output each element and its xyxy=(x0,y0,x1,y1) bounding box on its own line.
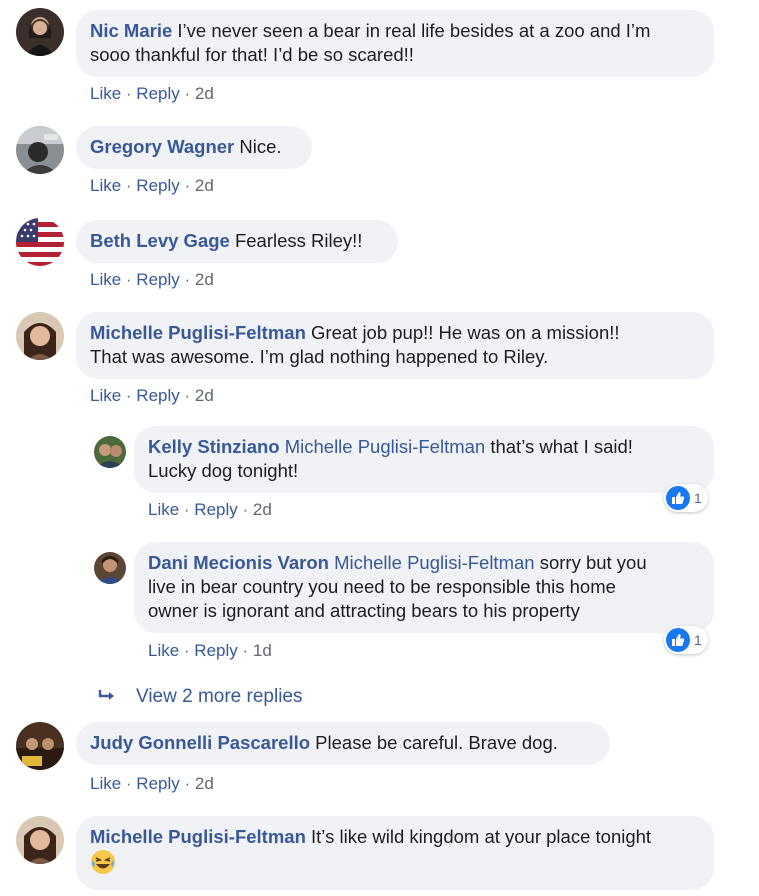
comment-author[interactable]: Beth Levy Gage xyxy=(90,230,230,251)
reply-author[interactable]: Dani Mecionis Varon xyxy=(148,552,329,573)
thumbs-up-icon xyxy=(666,628,690,652)
reply-bubble: Dani Mecionis Varon Michelle Puglisi-Fel… xyxy=(134,542,714,633)
comment-text: Nice. xyxy=(239,136,282,157)
avatar[interactable] xyxy=(16,816,64,864)
comment-text: Please be careful. Brave dog. xyxy=(315,732,558,753)
reply-button[interactable]: Reply xyxy=(194,641,237,660)
view-more-replies-link[interactable]: View 2 more replies xyxy=(98,686,303,708)
reaction-count: 1 xyxy=(694,490,702,506)
timestamp[interactable]: 2d xyxy=(195,270,214,289)
reply-arrow-icon xyxy=(98,687,118,708)
comment-author[interactable]: Michelle Puglisi-Feltman xyxy=(90,826,306,847)
reply-button[interactable]: Reply xyxy=(194,500,237,519)
comment-bubble: Michelle Puglisi-Feltman It’s like wild … xyxy=(76,816,714,890)
avatar[interactable] xyxy=(16,312,64,360)
comment-author[interactable]: Judy Gonnelli Pascarello xyxy=(90,732,310,753)
comment-actions: Like · Reply · 2d xyxy=(90,176,214,195)
like-button[interactable]: Like xyxy=(148,641,179,660)
reply-bubble: Kelly Stinziano Michelle Puglisi-Feltman… xyxy=(134,426,714,493)
laughing-emoji-icon xyxy=(90,849,116,875)
like-button[interactable]: Like xyxy=(90,176,121,195)
mention-link[interactable]: Michelle Puglisi-Feltman xyxy=(334,552,534,573)
reply-actions: Like · Reply · 1d xyxy=(148,641,272,660)
comment-bubble: Beth Levy Gage Fearless Riley!! xyxy=(76,220,398,263)
timestamp[interactable]: 2d xyxy=(195,774,214,793)
timestamp[interactable]: 2d xyxy=(253,500,272,519)
reply-actions: Like · Reply · 2d xyxy=(148,500,272,519)
thumbs-up-icon xyxy=(666,486,690,510)
reply-button[interactable]: Reply xyxy=(136,386,179,405)
comment-text: Great job pup!! He was on a mission!! xyxy=(311,322,620,343)
reaction-badge[interactable]: 1 xyxy=(664,484,708,512)
reply-text: Lucky dog tonight! xyxy=(148,460,299,481)
reaction-badge[interactable]: 1 xyxy=(664,626,708,654)
avatar[interactable] xyxy=(16,722,64,770)
comment-actions: Like · Reply · 2d xyxy=(90,84,214,103)
timestamp[interactable]: 2d xyxy=(195,176,214,195)
like-button[interactable]: Like xyxy=(90,386,121,405)
comment-text: I’ve never seen a bear in real life besi… xyxy=(177,20,651,41)
comment-text: That was awesome. I’m glad nothing happe… xyxy=(90,346,549,367)
reply-text: that’s what I said! xyxy=(490,436,633,457)
reply-button[interactable]: Reply xyxy=(136,774,179,793)
reaction-count: 1 xyxy=(694,632,702,648)
comment-author[interactable]: Michelle Puglisi-Feltman xyxy=(90,322,306,343)
comment-text: sooo thankful for that! I’d be so scared… xyxy=(90,44,414,65)
comment-actions: Like · Reply · 2d xyxy=(90,386,214,405)
avatar[interactable] xyxy=(16,126,64,174)
comment-bubble: Judy Gonnelli Pascarello Please be caref… xyxy=(76,722,610,765)
timestamp[interactable]: 2d xyxy=(195,84,214,103)
reply-button[interactable]: Reply xyxy=(136,84,179,103)
reply-text: sorry but you xyxy=(539,552,647,573)
view-more-replies-label: View 2 more replies xyxy=(136,686,303,707)
comment-text: Fearless Riley!! xyxy=(234,230,363,251)
comment-actions: Like · Reply · 2d xyxy=(90,774,214,793)
like-button[interactable]: Like xyxy=(90,270,121,289)
mention-link[interactable]: Michelle Puglisi-Feltman xyxy=(285,436,485,457)
avatar[interactable] xyxy=(94,436,126,468)
comment-bubble: Michelle Puglisi-Feltman Great job pup!!… xyxy=(76,312,714,379)
comment-actions: Like · Reply · 2d xyxy=(90,270,214,289)
reply-button[interactable]: Reply xyxy=(136,176,179,195)
reply-text: live in bear country you need to be resp… xyxy=(148,576,616,597)
comment-author[interactable]: Gregory Wagner xyxy=(90,136,234,157)
avatar[interactable] xyxy=(16,218,64,266)
timestamp[interactable]: 1d xyxy=(253,641,272,660)
reply-button[interactable]: Reply xyxy=(136,270,179,289)
reply-text: owner is ignorant and attracting bears t… xyxy=(148,600,580,621)
comment-bubble: Gregory Wagner Nice. xyxy=(76,126,312,169)
timestamp[interactable]: 2d xyxy=(195,386,214,405)
comment-text: It’s like wild kingdom at your place ton… xyxy=(311,826,652,847)
comment-bubble: Nic Marie I’ve never seen a bear in real… xyxy=(76,10,714,77)
comment-author[interactable]: Nic Marie xyxy=(90,20,172,41)
avatar[interactable] xyxy=(16,8,64,56)
like-button[interactable]: Like xyxy=(90,774,121,793)
like-button[interactable]: Like xyxy=(148,500,179,519)
avatar[interactable] xyxy=(94,552,126,584)
reply-author[interactable]: Kelly Stinziano xyxy=(148,436,280,457)
like-button[interactable]: Like xyxy=(90,84,121,103)
